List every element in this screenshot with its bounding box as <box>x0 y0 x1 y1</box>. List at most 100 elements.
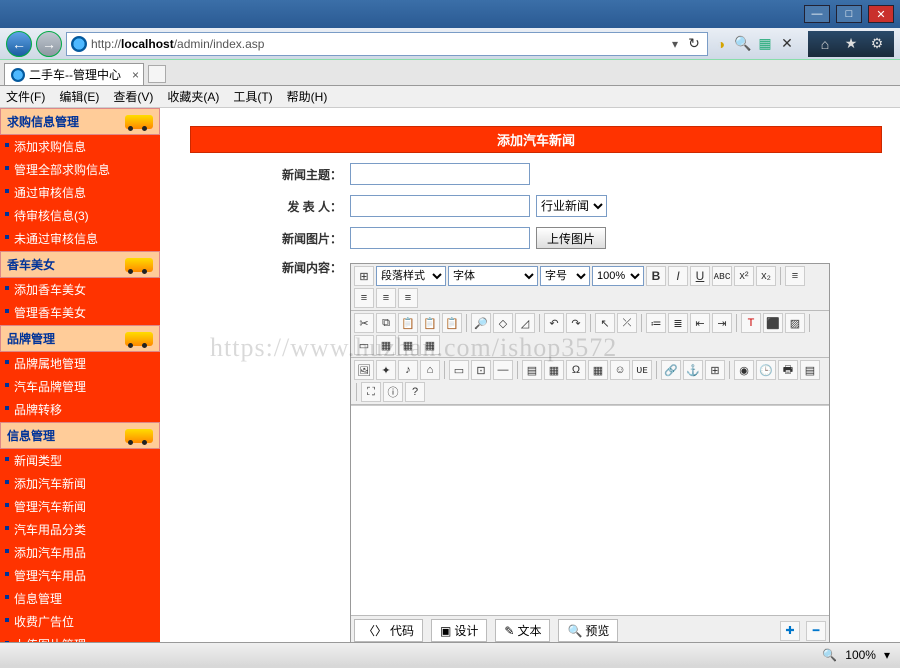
backcolor-icon[interactable]: ⬛ <box>763 313 783 333</box>
map-icon[interactable]: ⊞ <box>705 360 725 380</box>
sidebar-item[interactable]: 品牌转移 <box>0 398 160 421</box>
para-style-select[interactable]: 段落样式 <box>376 266 446 286</box>
pointer-icon[interactable]: ↖ <box>595 313 615 333</box>
fullscreen-icon[interactable]: ⛶ <box>361 382 381 402</box>
sidebar-item[interactable]: 管理汽车新闻 <box>0 495 160 518</box>
menu-file[interactable]: 文件(F) <box>6 88 45 105</box>
sidebar-group-brand[interactable]: 品牌管理 <box>0 325 160 352</box>
cut-icon[interactable]: ✂ <box>354 313 374 333</box>
paste-text-icon[interactable]: 📋 <box>420 313 440 333</box>
expand-icon[interactable]: ⊞ <box>354 266 374 286</box>
code-icon[interactable]: ▦ <box>398 335 418 355</box>
sidebar-item[interactable]: 收费广告位 <box>0 610 160 633</box>
media-icon[interactable]: ♪ <box>398 360 418 380</box>
tools-icon[interactable]: ⚙ <box>868 35 886 53</box>
home-icon[interactable]: ⌂ <box>816 35 834 53</box>
tab-design[interactable]: ▣设计 <box>431 619 487 642</box>
tab-preview[interactable]: 🔍预览 <box>558 619 618 642</box>
compat-icon[interactable]: ◑ <box>712 35 730 53</box>
bgcolor-icon[interactable]: ▨ <box>785 313 805 333</box>
link-icon[interactable]: 🔗 <box>661 360 681 380</box>
field-icon[interactable]: ▭ <box>449 360 469 380</box>
flash-icon[interactable]: ✦ <box>376 360 396 380</box>
date-icon[interactable]: ◉ <box>734 360 754 380</box>
hr-icon[interactable]: — <box>493 360 513 380</box>
excel-icon[interactable]: ▦ <box>588 360 608 380</box>
print-icon[interactable]: 🖶 <box>778 360 798 380</box>
upload-button[interactable]: 上传图片 <box>536 227 606 249</box>
menu-help[interactable]: 帮助(H) <box>287 88 328 105</box>
sidebar-item[interactable]: 上传图片管理 <box>0 633 160 642</box>
help-icon[interactable]: ? <box>405 382 425 402</box>
align-right-icon[interactable]: ≡ <box>376 288 396 308</box>
ul-icon[interactable]: ≣ <box>668 313 688 333</box>
sizeplus-icon[interactable]: ✚ <box>780 621 800 641</box>
menu-favorites[interactable]: 收藏夹(A) <box>167 88 219 105</box>
browser-tab[interactable]: 二手车--管理中心 × <box>4 63 144 85</box>
back-button[interactable]: ← <box>6 31 32 57</box>
sidebar-group-purchase[interactable]: 求购信息管理 <box>0 108 160 135</box>
close-button[interactable]: ✕ <box>868 5 894 23</box>
table-icon[interactable]: ▦ <box>544 360 564 380</box>
eraser-icon[interactable]: ◿ <box>515 313 535 333</box>
sidebar-group-info[interactable]: 信息管理 <box>0 422 160 449</box>
font-select[interactable]: 字体 <box>448 266 538 286</box>
menu-tools[interactable]: 工具(T) <box>233 88 272 105</box>
minimize-button[interactable]: — <box>804 5 830 23</box>
tab-text[interactable]: ✎文本 <box>495 619 550 642</box>
sidebar-item[interactable]: 管理汽车用品 <box>0 564 160 587</box>
zoom-icon[interactable]: 🔍 <box>822 648 837 662</box>
sidebar-item[interactable]: 汽车用品分类 <box>0 518 160 541</box>
italic-icon[interactable]: I <box>668 266 688 286</box>
font-size-select[interactable]: 字号 <box>540 266 590 286</box>
sidebar-item[interactable]: 信息管理 <box>0 587 160 610</box>
marquee-icon[interactable]: ▤ <box>522 360 542 380</box>
sidebar-item[interactable]: 添加求购信息 <box>0 135 160 158</box>
image-icon[interactable]: 🖼 <box>354 360 374 380</box>
category-select[interactable]: 行业新闻 <box>536 195 607 217</box>
search-icon[interactable]: 🔍 <box>734 35 752 53</box>
address-bar[interactable]: http://localhost/admin/index.asp ▾ ↻ <box>66 32 708 56</box>
zoom-select[interactable]: 100% <box>592 266 644 286</box>
sidebar-item[interactable]: 待审核信息(3) <box>0 204 160 227</box>
maximize-button[interactable]: □ <box>836 5 862 23</box>
sidebar-group-beauty[interactable]: 香车美女 <box>0 251 160 278</box>
align-justify-icon[interactable]: ≡ <box>398 288 418 308</box>
zoom-dropdown-icon[interactable]: ▾ <box>884 648 890 662</box>
redo-icon[interactable]: ↷ <box>566 313 586 333</box>
sub-icon[interactable]: x₂ <box>756 266 776 286</box>
forward-button[interactable]: → <box>36 31 62 57</box>
url-dropdown-icon[interactable]: ▾ <box>669 37 681 51</box>
char-icon[interactable]: ᴜᴇ <box>632 360 652 380</box>
sidebar-item[interactable]: 管理香车美女 <box>0 301 160 324</box>
menu-view[interactable]: 查看(V) <box>113 88 153 105</box>
sidebar-item[interactable]: 汽车品牌管理 <box>0 375 160 398</box>
strike-icon[interactable]: ᴀʙᴄ <box>712 266 732 286</box>
paste-word-icon[interactable]: 📋 <box>442 313 462 333</box>
tab-code[interactable]: 〈〉代码 <box>354 619 423 642</box>
find-icon[interactable]: 🔎 <box>471 313 491 333</box>
bold-icon[interactable]: B <box>646 266 666 286</box>
undo-icon[interactable]: ↶ <box>544 313 564 333</box>
copy-icon[interactable]: ⧉ <box>376 313 396 333</box>
anchor-icon[interactable]: ⚓ <box>683 360 703 380</box>
forecolor-icon[interactable]: T <box>741 313 761 333</box>
editor-body[interactable] <box>351 405 829 615</box>
sidebar-item[interactable]: 管理全部求购信息 <box>0 158 160 181</box>
paste-icon[interactable]: 📋 <box>398 313 418 333</box>
image-input[interactable] <box>350 227 530 249</box>
quote-icon[interactable]: ▦ <box>420 335 440 355</box>
indent-icon[interactable]: ⇥ <box>712 313 732 333</box>
underline-icon[interactable]: U <box>690 266 710 286</box>
about-icon[interactable]: ⓘ <box>383 382 403 402</box>
sidebar-item[interactable]: 未通过审核信息 <box>0 227 160 250</box>
ol-icon[interactable]: ≔ <box>646 313 666 333</box>
unlink-icon[interactable]: ⤫ <box>617 313 637 333</box>
frame-icon[interactable]: ▦ <box>376 335 396 355</box>
author-input[interactable] <box>350 195 530 217</box>
iframe-icon[interactable]: ⊡ <box>471 360 491 380</box>
align-center-icon[interactable]: ≡ <box>354 288 374 308</box>
sizeminus-icon[interactable]: ━ <box>806 621 826 641</box>
super-icon[interactable]: x² <box>734 266 754 286</box>
subject-input[interactable] <box>350 163 530 185</box>
